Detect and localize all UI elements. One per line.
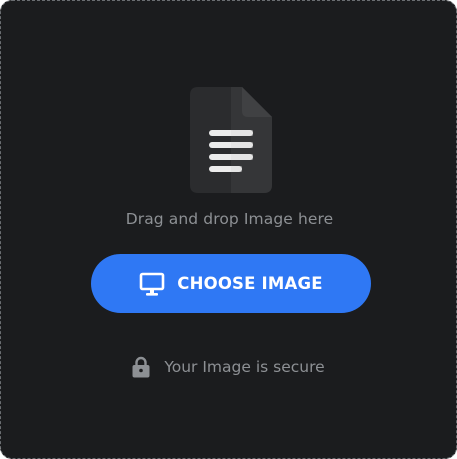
- security-note: Your Image is secure: [1, 353, 457, 381]
- lock-icon: [132, 356, 150, 378]
- choose-image-button[interactable]: CHOOSE IMAGE: [91, 254, 371, 313]
- security-note-text: Your Image is secure: [164, 358, 325, 376]
- document-icon: [190, 87, 272, 193]
- monitor-icon: [139, 272, 165, 296]
- drop-instructions: Drag and drop Image here: [125, 210, 334, 228]
- choose-image-label: CHOOSE IMAGE: [177, 274, 323, 293]
- image-dropzone[interactable]: Drag and drop Image here CHOOSE IMAGE Yo…: [0, 0, 457, 459]
